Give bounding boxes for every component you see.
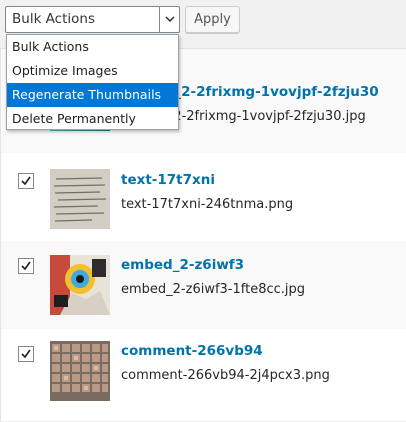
bulk-actions-selected-value: Bulk Actions — [12, 11, 95, 27]
option-optimize-images[interactable]: Optimize Images — [7, 59, 178, 83]
bulk-actions-select[interactable]: Bulk Actions — [5, 6, 180, 33]
media-thumbnail[interactable] — [50, 255, 110, 315]
media-title-link[interactable]: comment-266vb94 — [121, 343, 263, 359]
row-checkbox[interactable] — [18, 173, 34, 189]
dropdown-toggle[interactable] — [159, 6, 180, 33]
media-title-link[interactable]: embed_2-z6iwf3 — [121, 257, 244, 273]
media-filename: embed_2-z6iwf3-1fte8cc.jpg — [121, 282, 306, 297]
table-row: embed_2-z6iwf3 embed_2-z6iwf3-1fte8cc.jp… — [1, 241, 406, 329]
chevron-down-icon — [165, 16, 175, 22]
media-thumbnail[interactable] — [50, 169, 110, 229]
media-thumbnail[interactable] — [50, 341, 110, 401]
media-title-link[interactable]: text-17t7xni — [121, 172, 215, 188]
table-row: comment-266vb94 comment-266vb94-2j4pcx3.… — [1, 329, 406, 422]
row-checkbox[interactable] — [18, 258, 34, 274]
row-checkbox[interactable] — [18, 346, 34, 362]
bulk-actions-dropdown-menu: Bulk Actions Optimize Images Regenerate … — [6, 34, 179, 130]
checkmark-icon — [21, 261, 31, 271]
media-filename: comment-266vb94-2j4pcx3.png — [121, 368, 330, 383]
media-filename: text-17t7xni-246tnma.png — [121, 197, 294, 212]
option-regenerate-thumbnails[interactable]: Regenerate Thumbnails — [7, 83, 178, 107]
option-delete-permanently[interactable]: Delete Permanently — [7, 107, 178, 131]
option-bulk-actions[interactable]: Bulk Actions — [7, 35, 178, 59]
apply-button[interactable]: Apply — [185, 6, 240, 33]
checkmark-icon — [21, 176, 31, 186]
table-row: text-17t7xni text-17t7xni-246tnma.png — [1, 153, 406, 241]
checkmark-icon — [21, 349, 31, 359]
